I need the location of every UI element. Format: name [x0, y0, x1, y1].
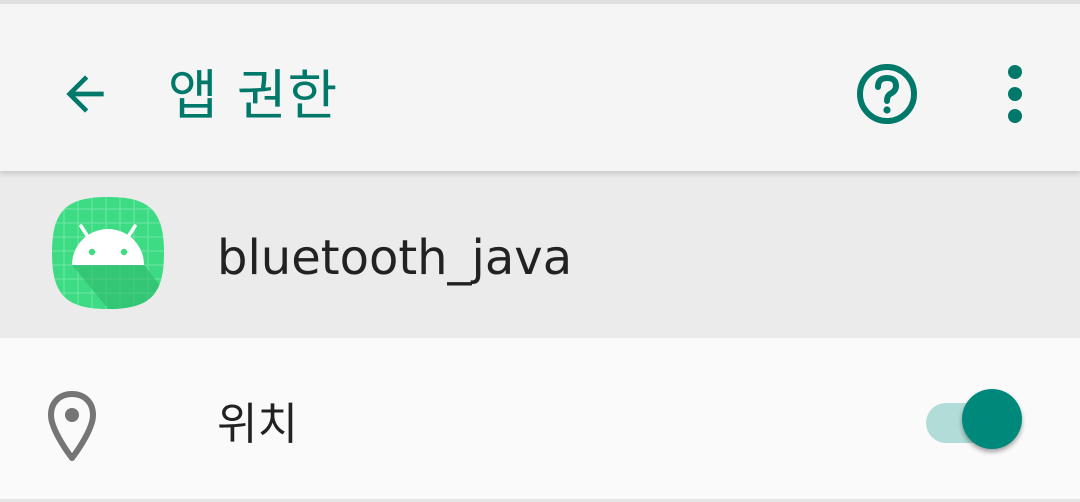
help-button[interactable] [842, 49, 932, 139]
app-name: bluetooth_java [217, 230, 573, 286]
toggle-thumb [962, 389, 1022, 449]
app-header-row: bluetooth_java [0, 171, 1080, 338]
more-options-button[interactable] [970, 49, 1060, 139]
page-title: 앱 권한 [168, 64, 339, 127]
more-vert-icon [1008, 65, 1022, 123]
android-app-icon [52, 197, 164, 309]
location-pin-icon [48, 391, 96, 461]
help-circle-icon [857, 64, 917, 124]
app-permissions-screen: 앱 권한 bluetooth_java 위치 [0, 0, 1080, 502]
app-bar: 앱 권한 [0, 4, 1080, 171]
back-button[interactable] [40, 49, 130, 139]
permission-row-location[interactable]: 위치 [0, 338, 1080, 502]
arrow-back-icon [66, 75, 104, 113]
permission-label: 위치 [217, 399, 298, 450]
location-permission-toggle[interactable] [920, 386, 1030, 456]
